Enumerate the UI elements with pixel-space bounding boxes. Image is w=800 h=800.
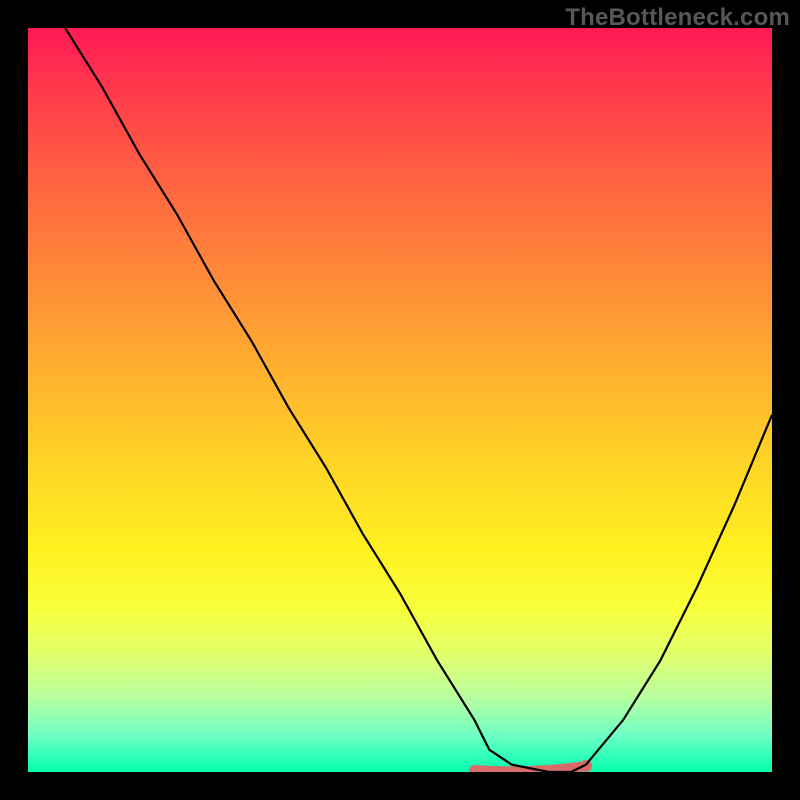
chart-frame: TheBottleneck.com [0, 0, 800, 800]
bottleneck-curve [65, 28, 772, 772]
curve-layer [28, 28, 772, 772]
watermark-text: TheBottleneck.com [565, 4, 790, 32]
plot-area [28, 28, 772, 772]
